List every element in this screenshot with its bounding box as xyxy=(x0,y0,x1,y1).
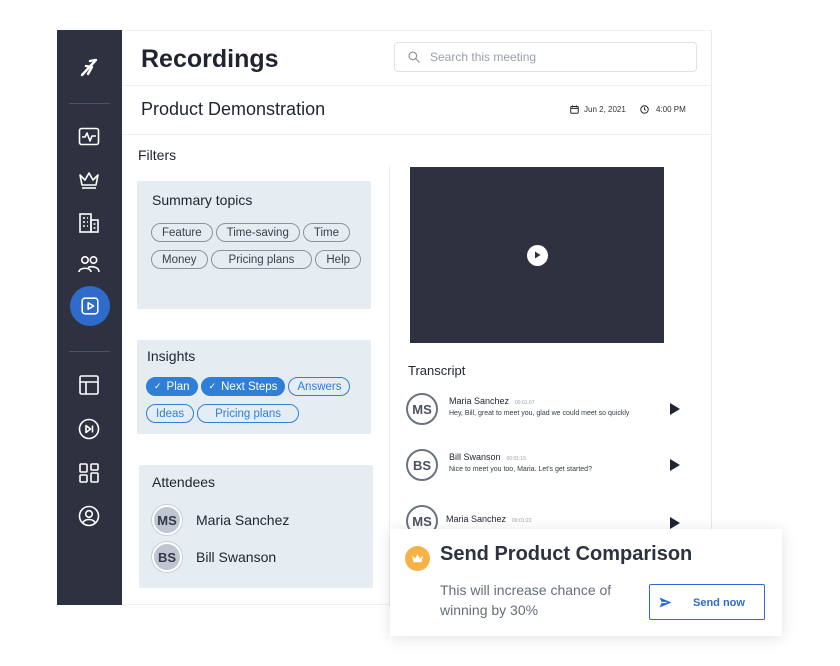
clock-icon xyxy=(640,105,649,114)
attendees-panel: Attendees MS Maria Sanchez BS Bill Swans… xyxy=(139,465,373,588)
play-segment-icon[interactable] xyxy=(670,403,680,415)
transcript-entry: BS Bill Swanson 00:01:15 Nice to meet you… xyxy=(406,449,686,483)
meeting-time: 4:00 PM xyxy=(640,105,686,114)
sidebar-item-recordings[interactable] xyxy=(70,286,110,326)
timestamp: 00:01:07 xyxy=(515,400,535,406)
topic-tag[interactable]: Time-saving xyxy=(215,223,300,242)
topic-tag[interactable]: Pricing plans xyxy=(210,250,313,269)
speaker-line: Bill Swanson 00:01:15 xyxy=(449,452,526,462)
video-player[interactable] xyxy=(410,167,664,343)
calendar-icon xyxy=(570,105,579,114)
speaker-name: Maria Sanchez xyxy=(446,514,507,524)
users-icon[interactable] xyxy=(76,251,102,277)
meeting-title: Product Demonstration xyxy=(141,99,326,119)
sidebar xyxy=(57,30,122,605)
send-now-label: Send now xyxy=(693,597,745,609)
play-button[interactable] xyxy=(526,244,548,266)
speaker-line: Maria Sanchez 00:01:07 xyxy=(449,396,535,406)
recordings-play-icon xyxy=(81,297,99,315)
search-input[interactable] xyxy=(430,50,670,64)
send-icon xyxy=(659,597,672,608)
insights-tags: ✓ Plan ✓ Next Steps Answers Ideas Pricing … xyxy=(146,377,370,423)
check-icon: ✓ xyxy=(208,381,217,391)
insight-tag-answers[interactable]: Answers xyxy=(288,377,351,396)
summary-topics-tags: Feature Time-saving Time Money Pricing p… xyxy=(151,223,371,277)
avatar: MS xyxy=(152,505,182,535)
layout-icon[interactable] xyxy=(76,372,102,398)
attendees-title: Attendees xyxy=(152,474,216,490)
filters-heading: Filters xyxy=(138,147,177,163)
sidebar-divider xyxy=(69,103,110,104)
attendee-name: Maria Sanchez xyxy=(196,512,290,528)
avatar: BS xyxy=(152,542,182,572)
main-panel: Recordings Product Demonstration Jun 2, … xyxy=(122,30,712,606)
topic-tag[interactable]: Time xyxy=(302,223,350,242)
insight-tag-label: Next Steps xyxy=(221,380,278,393)
activity-icon[interactable] xyxy=(76,124,102,150)
logo-icon[interactable] xyxy=(76,54,102,80)
transcript-text: Hey, Bill, great to meet you, glad we co… xyxy=(449,410,630,417)
avatar: BS xyxy=(406,449,438,481)
play-segment-icon[interactable] xyxy=(670,459,680,471)
attendee-row[interactable]: MS Maria Sanchez xyxy=(152,505,289,535)
play-icon xyxy=(535,251,541,259)
attendee-name: Bill Swanson xyxy=(196,549,277,565)
play-segment-icon[interactable] xyxy=(670,517,680,529)
meeting-time-text: 4:00 PM xyxy=(656,105,686,114)
page-title: Recordings xyxy=(141,45,279,73)
transcript-heading: Transcript xyxy=(408,363,466,378)
timestamp: 00:01:15 xyxy=(506,456,526,462)
insight-tag-next-steps[interactable]: ✓ Next Steps xyxy=(200,377,286,396)
meeting-date: Jun 2, 2021 xyxy=(570,105,626,114)
insight-tag-ideas[interactable]: Ideas xyxy=(146,404,195,423)
insight-tag-plan[interactable]: ✓ Plan xyxy=(146,377,198,396)
speaker-name: Bill Swanson xyxy=(449,452,501,462)
topic-tag[interactable]: Money xyxy=(151,250,208,269)
timestamp: 00:01:22 xyxy=(512,518,532,524)
avatar: MS xyxy=(406,393,438,425)
crown-badge xyxy=(405,546,430,571)
topic-tag[interactable]: Feature xyxy=(151,223,213,242)
profile-icon[interactable] xyxy=(76,503,102,529)
building-icon[interactable] xyxy=(76,210,102,236)
search-icon xyxy=(408,51,420,63)
speaker-name: Maria Sanchez xyxy=(449,396,510,406)
crown-icon[interactable] xyxy=(76,167,102,193)
check-icon: ✓ xyxy=(154,381,162,391)
insight-tag-pricing-plans[interactable]: Pricing plans xyxy=(197,404,299,423)
next-track-icon[interactable] xyxy=(76,416,102,442)
summary-topics-panel: Summary topics Feature Time-saving Time … xyxy=(137,181,371,309)
insights-panel: Insights ✓ Plan ✓ Next Steps Answers Ideas… xyxy=(137,340,371,434)
subheader-divider xyxy=(122,134,712,135)
insights-title: Insights xyxy=(147,348,196,364)
transcript-text: Nice to meet you too, Maria. Let's get s… xyxy=(449,466,592,473)
suggestion-card: Send Product Comparison This will increa… xyxy=(390,529,782,636)
crown-icon xyxy=(412,554,423,563)
sidebar-divider xyxy=(69,351,110,352)
meeting-date-text: Jun 2, 2021 xyxy=(584,105,626,114)
card-title: Send Product Comparison xyxy=(440,543,693,565)
speaker-line: Maria Sanchez 00:01:22 xyxy=(446,514,532,524)
attendee-row[interactable]: BS Bill Swanson xyxy=(152,542,276,572)
apps-grid-icon[interactable] xyxy=(76,460,102,486)
send-now-button[interactable]: Send now xyxy=(649,584,765,620)
insight-tag-label: Plan xyxy=(166,380,190,393)
header-divider xyxy=(122,85,712,86)
transcript-entry: MS Maria Sanchez 00:01:07 Hey, Bill, grea… xyxy=(406,393,686,427)
search-box[interactable] xyxy=(394,42,697,72)
summary-topics-title: Summary topics xyxy=(152,192,253,208)
card-description: This will increase chance of winning by … xyxy=(440,582,612,618)
topic-tag[interactable]: Help xyxy=(315,250,362,269)
